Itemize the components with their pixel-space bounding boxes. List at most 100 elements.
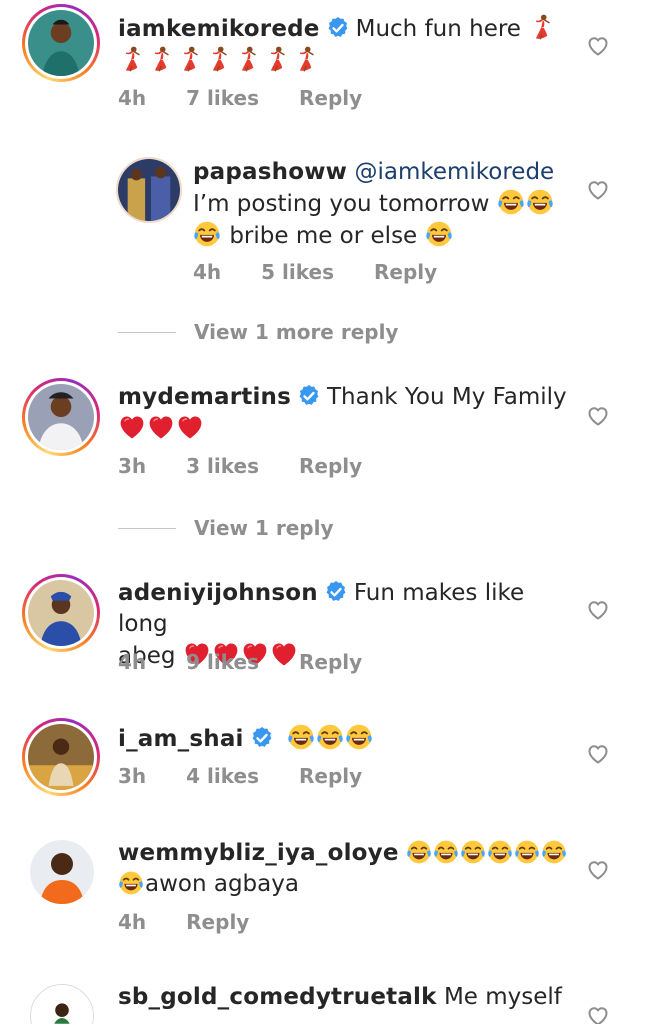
avatar-iamkemikorede[interactable] (22, 4, 100, 82)
comment-sb_gold_comedytruetalk: sb_gold_comedytruetalk Me myself (0, 976, 648, 1024)
timestamp: 4h (118, 910, 147, 934)
red-heart-emoji-icon (118, 413, 146, 441)
red-heart-emoji-icon (176, 413, 204, 441)
reply-button[interactable]: Reply (299, 454, 362, 478)
dancer-emoji-icon (118, 45, 146, 73)
dancer-emoji-icon (234, 45, 262, 73)
timestamp: 4h (193, 260, 222, 284)
laughing-emoji-icon (514, 839, 540, 865)
laughing-emoji-icon (541, 839, 567, 865)
avatar-papashoww[interactable] (116, 157, 182, 223)
mention-link[interactable]: @iamkemikorede (354, 159, 554, 185)
avatar-wemmybliz_iya_oloye[interactable] (30, 840, 94, 904)
view-more-replies[interactable]: View 1 more reply (118, 320, 398, 344)
username[interactable]: mydemartins (118, 384, 291, 410)
comment-text: Thank You My Family (327, 384, 567, 410)
verified-badge-icon (250, 726, 274, 750)
comment-body: iamkemikorede Much fun here (118, 13, 558, 77)
reply-button[interactable]: Reply (299, 764, 362, 788)
reply-button[interactable]: Reply (299, 86, 362, 110)
reply-papashoww: papashoww @iamkemikorede I’m posting you… (0, 150, 648, 350)
comment-meta: 3h 3 likes Reply (118, 454, 402, 478)
likes-count[interactable]: 5 likes (261, 260, 334, 284)
laughing-emoji-icon (497, 188, 525, 216)
comment-meta: 4h Reply (118, 910, 289, 934)
divider-line (118, 331, 176, 333)
emoji-row (118, 48, 321, 74)
likes-count[interactable]: 7 likes (186, 86, 259, 110)
comment-meta: 4h 7 likes Reply (118, 86, 402, 110)
likes-count[interactable]: 3 likes (186, 454, 259, 478)
reply-button[interactable]: Reply (186, 910, 249, 934)
laughing-emoji-icon (345, 723, 373, 751)
reply-button[interactable]: Reply (374, 260, 437, 284)
like-heart-icon[interactable] (586, 598, 610, 622)
comment-body: wemmybliz_iya_oloye awon agbaya (118, 838, 568, 900)
like-heart-icon[interactable] (586, 404, 610, 428)
dancer-emoji-icon (147, 45, 175, 73)
reply-meta: 4h 5 likes Reply (193, 260, 477, 284)
reply-button[interactable]: Reply (299, 650, 362, 674)
verified-badge-icon (297, 384, 321, 408)
username[interactable]: papashoww (193, 159, 347, 185)
timestamp: 4h (118, 86, 147, 110)
laughing-emoji-icon (433, 839, 459, 865)
username[interactable]: sb_gold_comedytruetalk (118, 984, 437, 1010)
view-replies-label[interactable]: View 1 reply (194, 516, 334, 540)
like-heart-icon[interactable] (586, 1004, 610, 1024)
comment-body: i_am_shai (118, 723, 568, 755)
like-heart-icon[interactable] (586, 858, 610, 882)
comment-body: mydemartins Thank You My Family (118, 382, 568, 445)
comment-text: Much fun here (355, 16, 521, 42)
reply-text-line1: I’m posting you tomorrow (193, 191, 490, 217)
timestamp: 4h (118, 650, 147, 674)
timestamp: 3h (118, 764, 147, 788)
red-heart-emoji-icon (147, 413, 175, 441)
like-heart-icon[interactable] (586, 178, 610, 202)
dancer-emoji-icon (528, 13, 556, 41)
avatar-i_am_shai[interactable] (22, 718, 100, 796)
timestamp: 3h (118, 454, 147, 478)
divider-line (118, 527, 176, 529)
comment-i_am_shai: i_am_shai 3h 4 likes Reply (0, 714, 648, 814)
laughing-emoji-icon (316, 723, 344, 751)
reply-body: papashoww @iamkemikorede I’m posting you… (193, 157, 583, 252)
reply-text-line2: bribe me or else (229, 223, 418, 249)
likes-count[interactable]: 9 likes (186, 650, 259, 674)
comment-adeniyijohnson: adeniyijohnson Fun makes like long abeg 4… (0, 570, 648, 700)
laughing-emoji-icon (118, 870, 144, 896)
username[interactable]: iamkemikorede (118, 16, 320, 42)
laughing-emoji-icon (193, 220, 221, 248)
dancer-emoji-icon (205, 45, 233, 73)
verified-badge-icon (326, 16, 350, 40)
dancer-emoji-icon (176, 45, 204, 73)
like-heart-icon[interactable] (586, 742, 610, 766)
comment-meta: 4h 9 likes Reply (118, 650, 402, 674)
comment-wemmybliz_iya_oloye: wemmybliz_iya_oloye awon agbaya 4h Reply (0, 834, 648, 944)
dancer-emoji-icon (263, 45, 291, 73)
verified-badge-icon (324, 580, 348, 604)
laughing-emoji-icon (287, 723, 315, 751)
comment-mydemartins: mydemartins Thank You My Family 3h 3 likes… (0, 374, 648, 554)
view-more-replies[interactable]: View 1 reply (118, 516, 334, 540)
comment-meta: 3h 4 likes Reply (118, 764, 402, 788)
likes-count[interactable]: 4 likes (186, 764, 259, 788)
comment-text: Me myself (443, 984, 562, 1010)
laughing-emoji-icon (487, 839, 513, 865)
avatar-sb_gold_comedytruetalk[interactable] (30, 984, 94, 1024)
like-heart-icon[interactable] (586, 34, 610, 58)
laughing-emoji-icon (460, 839, 486, 865)
dancer-emoji-icon (292, 45, 320, 73)
username[interactable]: adeniyijohnson (118, 580, 318, 606)
laughing-emoji-icon (526, 188, 554, 216)
laughing-emoji-icon (406, 839, 432, 865)
avatar-adeniyijohnson[interactable] (22, 574, 100, 652)
username[interactable]: wemmybliz_iya_oloye (118, 840, 399, 866)
username[interactable]: i_am_shai (118, 726, 244, 752)
comment-iamkemikorede: iamkemikorede Much fun here 4h 7 likes Repl… (0, 0, 648, 130)
view-replies-label[interactable]: View 1 more reply (194, 320, 398, 344)
laughing-emoji-icon (425, 220, 453, 248)
comment-text-line2: awon agbaya (145, 871, 299, 897)
comment-body: sb_gold_comedytruetalk Me myself (118, 982, 568, 1013)
avatar-mydemartins[interactable] (22, 378, 100, 456)
